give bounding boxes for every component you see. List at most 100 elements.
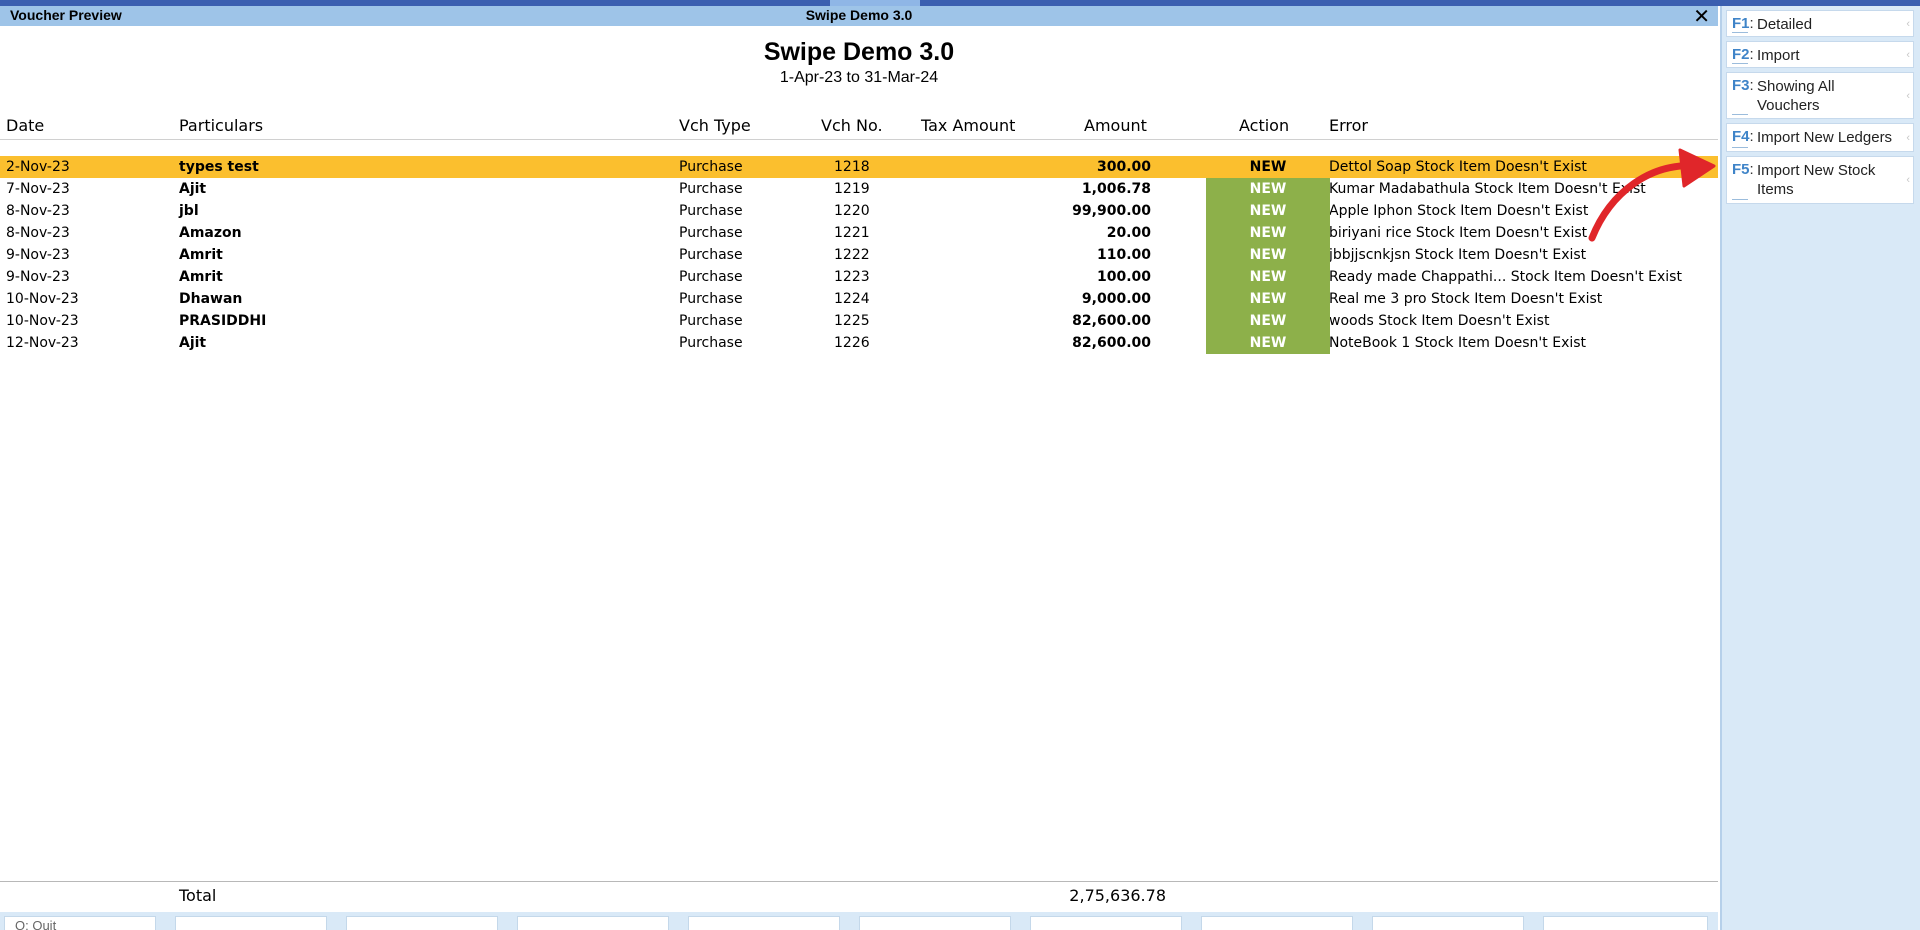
row-vch-type: Purchase	[679, 269, 743, 285]
row-date: 10-Nov-23	[6, 291, 79, 307]
bottom-button-slot-6[interactable]	[859, 916, 1011, 930]
f4-key-label: F4:	[1732, 128, 1754, 145]
bottom-button-slot-3[interactable]	[346, 916, 498, 930]
row-vch-type: Purchase	[679, 225, 743, 241]
close-icon[interactable]: ✕	[1693, 4, 1710, 29]
quit-button[interactable]: Q: Quit	[4, 916, 156, 930]
row-vch-no: 1221	[834, 225, 870, 241]
bottom-button-bar: Q: Quit	[0, 912, 1718, 930]
col-header-tax-amount[interactable]: Tax Amount	[921, 116, 1015, 135]
table-row[interactable]: 12-Nov-23 Ajit Purchase 1226 82,600.00 NoteBo…	[0, 332, 1718, 354]
col-header-date[interactable]: Date	[6, 116, 44, 135]
row-particulars: Ajit	[179, 181, 207, 197]
col-header-vch-no[interactable]: Vch No.	[821, 116, 883, 135]
row-vch-no: 1223	[834, 269, 870, 285]
f4-label: Import New Ledgers	[1757, 129, 1893, 146]
f1-key: F1	[1732, 15, 1750, 32]
window-title-center: Swipe Demo 3.0	[805, 7, 913, 23]
row-error: Dettol Soap Stock Item Doesn't Exist	[1329, 159, 1587, 175]
f5-colon: :	[1749, 161, 1754, 178]
chevron-left-icon: ‹	[1906, 131, 1910, 144]
f5-import-new-stock-items-button[interactable]: F5: Import New Stock Items ‹	[1726, 156, 1914, 204]
bottom-button-slot-9[interactable]	[1372, 916, 1524, 930]
function-key-sidebar: F1: Detailed ‹ F2: Import ‹ F3: Showing …	[1720, 6, 1920, 930]
row-amount: 100.00	[1096, 269, 1151, 285]
row-error: biriyani rice Stock Item Doesn't Exist	[1329, 225, 1588, 241]
row-amount: 20.00	[1106, 225, 1151, 241]
window-title: Voucher Preview	[10, 7, 122, 23]
table-row[interactable]: 7-Nov-23 Ajit Purchase 1219 1,006.78 Kumar Ma…	[0, 178, 1718, 200]
row-particulars: Amrit	[179, 247, 223, 263]
row-amount: 110.00	[1096, 247, 1151, 263]
col-header-action[interactable]: Action	[1239, 116, 1289, 135]
f3-underline	[1732, 114, 1748, 115]
row-amount: 300.00	[1096, 159, 1151, 175]
annotation-arrow-head	[1678, 148, 1716, 188]
f5-key: F5	[1732, 161, 1750, 178]
row-error: Ready made Chappathi... Stock Item Doesn…	[1329, 269, 1682, 285]
row-date: 7-Nov-23	[6, 181, 70, 197]
bottom-button-slot-8[interactable]	[1201, 916, 1353, 930]
f5-underline	[1732, 199, 1748, 200]
f1-underline	[1732, 32, 1748, 33]
voucher-rows: 2-Nov-23 types test Purchase 1218 300.00 Dett…	[0, 156, 1718, 354]
bottom-button-slot-10[interactable]	[1543, 916, 1708, 930]
row-particulars: PRASIDDHI	[179, 313, 267, 329]
chevron-left-icon: ‹	[1906, 17, 1910, 30]
bottom-button-slot-7[interactable]	[1030, 916, 1182, 930]
table-row[interactable]: 9-Nov-23 Amrit Purchase 1223 100.00 Ready mad…	[0, 266, 1718, 288]
col-header-amount[interactable]: Amount	[1084, 116, 1147, 135]
row-particulars: types test	[179, 159, 259, 175]
table-row[interactable]: 9-Nov-23 Amrit Purchase 1222 110.00 jbbjjscnk…	[0, 244, 1718, 266]
row-date: 8-Nov-23	[6, 225, 70, 241]
f5-key-label: F5:	[1732, 161, 1754, 178]
f2-import-button[interactable]: F2: Import ‹	[1726, 41, 1914, 68]
row-amount: 9,000.00	[1081, 291, 1151, 307]
row-date: 12-Nov-23	[6, 335, 79, 351]
row-error: jbbjjscnkjsn Stock Item Doesn't Exist	[1329, 247, 1587, 263]
chevron-left-icon: ‹	[1906, 48, 1910, 61]
row-date: 9-Nov-23	[6, 247, 70, 263]
bottom-button-slot-2[interactable]	[175, 916, 327, 930]
f2-key: F2	[1732, 46, 1750, 63]
f3-key: F3	[1732, 77, 1750, 94]
row-action-badge: NEW	[1206, 200, 1330, 222]
row-error: Real me 3 pro Stock Item Doesn't Exist	[1329, 291, 1603, 307]
row-date: 10-Nov-23	[6, 313, 79, 329]
row-amount: 1,006.78	[1081, 181, 1151, 197]
f1-key-label: F1:	[1732, 15, 1754, 32]
column-headers: Date Particulars Vch Type Vch No. Tax Am…	[0, 112, 1718, 140]
bottom-button-slot-4[interactable]	[517, 916, 669, 930]
table-row[interactable]: 10-Nov-23 PRASIDDHI Purchase 1225 82,600.00 w…	[0, 310, 1718, 332]
row-action-badge: NEW	[1249, 159, 1287, 175]
row-vch-type: Purchase	[679, 181, 743, 197]
row-error: woods Stock Item Doesn't Exist	[1329, 313, 1550, 329]
f1-detailed-button[interactable]: F1: Detailed ‹	[1726, 10, 1914, 37]
f3-label: Showing All Vouchers	[1757, 78, 1835, 114]
table-row[interactable]: 8-Nov-23 Amazon Purchase 1221 20.00 biriyani …	[0, 222, 1718, 244]
f4-import-new-ledgers-button[interactable]: F4: Import New Ledgers ‹	[1726, 123, 1914, 152]
f2-key-label: F2:	[1732, 46, 1754, 63]
f5-label: Import New Stock Items	[1757, 162, 1876, 198]
report-company-name: Swipe Demo 3.0	[763, 38, 955, 66]
f3-showing-all-vouchers-button[interactable]: F3: Showing All Vouchers ‹	[1726, 72, 1914, 119]
f3-colon: :	[1749, 77, 1754, 94]
row-date: 8-Nov-23	[6, 203, 70, 219]
total-row: Total 2,75,636.78	[0, 881, 1718, 909]
bottom-button-slot-5[interactable]	[688, 916, 840, 930]
row-action-badge: NEW	[1206, 244, 1330, 266]
row-vch-type: Purchase	[679, 203, 743, 219]
title-bar: Swipe Demo 3.0 Voucher Preview ✕	[0, 4, 1718, 29]
table-row[interactable]: 8-Nov-23 jbl Purchase 1220 99,900.00 Apple Ip…	[0, 200, 1718, 222]
row-date: 9-Nov-23	[6, 269, 70, 285]
f2-underline	[1732, 63, 1748, 64]
table-row[interactable]: 2-Nov-23 types test Purchase 1218 300.00 Dett…	[0, 156, 1718, 178]
col-header-vch-type[interactable]: Vch Type	[679, 116, 751, 135]
table-row[interactable]: 10-Nov-23 Dhawan Purchase 1224 9,000.00 Real …	[0, 288, 1718, 310]
col-header-particulars[interactable]: Particulars	[179, 116, 263, 135]
row-vch-no: 1225	[834, 313, 870, 329]
row-vch-type: Purchase	[679, 335, 743, 351]
row-action-badge: NEW	[1206, 310, 1330, 332]
col-header-error[interactable]: Error	[1329, 116, 1368, 135]
row-amount: 82,600.00	[1072, 335, 1151, 351]
